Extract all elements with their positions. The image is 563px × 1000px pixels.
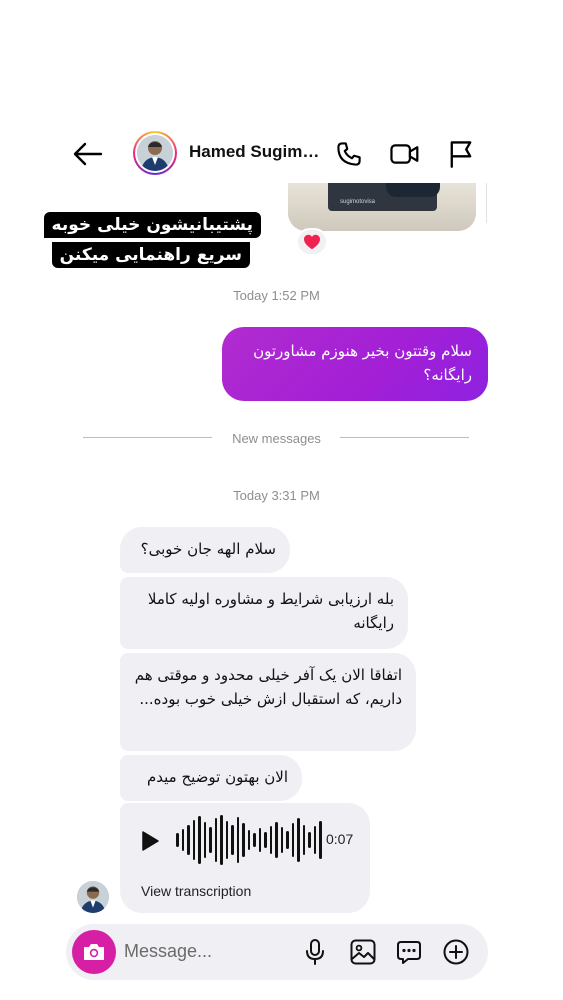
waveform-bar [209, 827, 212, 853]
chat-header: Hamed Sugim… [0, 125, 563, 183]
waveform-bar [247, 830, 250, 850]
waveform-bar [319, 821, 322, 859]
waveform-bar [220, 815, 223, 865]
waveform-bar [242, 823, 245, 857]
sent-message-bubble[interactable]: سلام وقتتون بخیر هنوزم مشاورتون رایگانه؟ [222, 327, 488, 401]
gallery-icon [350, 939, 376, 965]
message-composer [66, 924, 488, 980]
microphone-icon [306, 939, 324, 965]
timestamp: Today 3:31 PM [233, 488, 320, 503]
waveform-bar [203, 822, 206, 858]
avatar-photo [77, 881, 109, 913]
camera-button[interactable] [72, 930, 116, 974]
message-input[interactable] [124, 941, 274, 962]
waveform-bar [253, 833, 256, 847]
call-button[interactable] [332, 137, 366, 171]
waveform-bar [181, 829, 184, 851]
waveform-bar [291, 823, 294, 857]
overlay-caption-line-2: سریع راهنمایی میکنن [51, 242, 250, 268]
waveform-bar [264, 832, 267, 848]
waveform-bar [297, 818, 300, 862]
heart-reaction[interactable] [296, 228, 328, 256]
report-button[interactable] [444, 137, 478, 171]
back-arrow-icon [73, 142, 103, 166]
sticker-button[interactable] [393, 936, 425, 968]
waveform-bar [225, 821, 228, 859]
voice-record-button[interactable] [299, 936, 331, 968]
divider [486, 183, 487, 223]
waveform-bar [269, 826, 272, 854]
camera-icon [84, 944, 104, 960]
waveform-bar [302, 825, 305, 855]
gallery-button[interactable] [347, 936, 379, 968]
received-message-bubble[interactable]: سلام الهه جان خوبی؟ [120, 527, 290, 573]
post-watermark: sugimotovisa [340, 199, 376, 205]
waveform-bar [187, 825, 190, 855]
avatar-photo [137, 135, 173, 171]
timestamp: Today 1:52 PM [233, 288, 320, 303]
voice-duration: 0:07 [326, 831, 354, 847]
back-button[interactable] [72, 139, 104, 169]
received-message-bubble[interactable]: اتفاقا الان یک آفر خیلی محدود و موقتی هم… [120, 653, 416, 751]
shared-post-image [328, 183, 440, 211]
view-transcription-link[interactable]: View transcription [141, 883, 251, 899]
received-message-bubble[interactable]: الان بهتون توضیح میدم [120, 755, 302, 801]
waveform-bar [236, 817, 239, 863]
sender-avatar[interactable] [77, 881, 109, 913]
waveform-bar [308, 832, 311, 848]
video-call-button[interactable] [388, 137, 422, 171]
waveform-bar [280, 827, 283, 853]
waveform-bar [198, 816, 201, 864]
sticker-icon [397, 941, 421, 964]
waveform-bar [258, 828, 261, 852]
phone-icon [337, 142, 361, 166]
flag-icon [450, 141, 472, 168]
waveform-bar [231, 825, 234, 855]
contact-avatar[interactable] [133, 131, 177, 175]
more-options-button[interactable] [440, 936, 472, 968]
play-button[interactable] [140, 830, 160, 851]
shared-post-card[interactable]: sugimotovisa [288, 183, 476, 231]
received-message-bubble[interactable]: بله ارزیابی شرایط و مشاوره اولیه کاملا ر… [120, 577, 408, 649]
waveform[interactable] [176, 815, 322, 865]
plus-icon [443, 939, 469, 965]
waveform-bar [286, 831, 289, 849]
new-messages-label: New messages [232, 431, 321, 446]
waveform-bar [176, 833, 179, 847]
contact-name[interactable]: Hamed Sugim… [189, 142, 319, 162]
waveform-bar [275, 822, 278, 858]
overlay-caption-line-1: پشتیبانیشون خیلی خوبه [43, 212, 261, 238]
divider-right [340, 437, 469, 438]
video-call-icon [390, 144, 419, 164]
heart-icon [304, 234, 320, 250]
voice-message: 0:07 View transcription [120, 803, 370, 913]
play-icon [142, 831, 159, 851]
waveform-bar [214, 818, 217, 862]
waveform-bar [313, 826, 316, 854]
waveform-bar [192, 820, 195, 860]
